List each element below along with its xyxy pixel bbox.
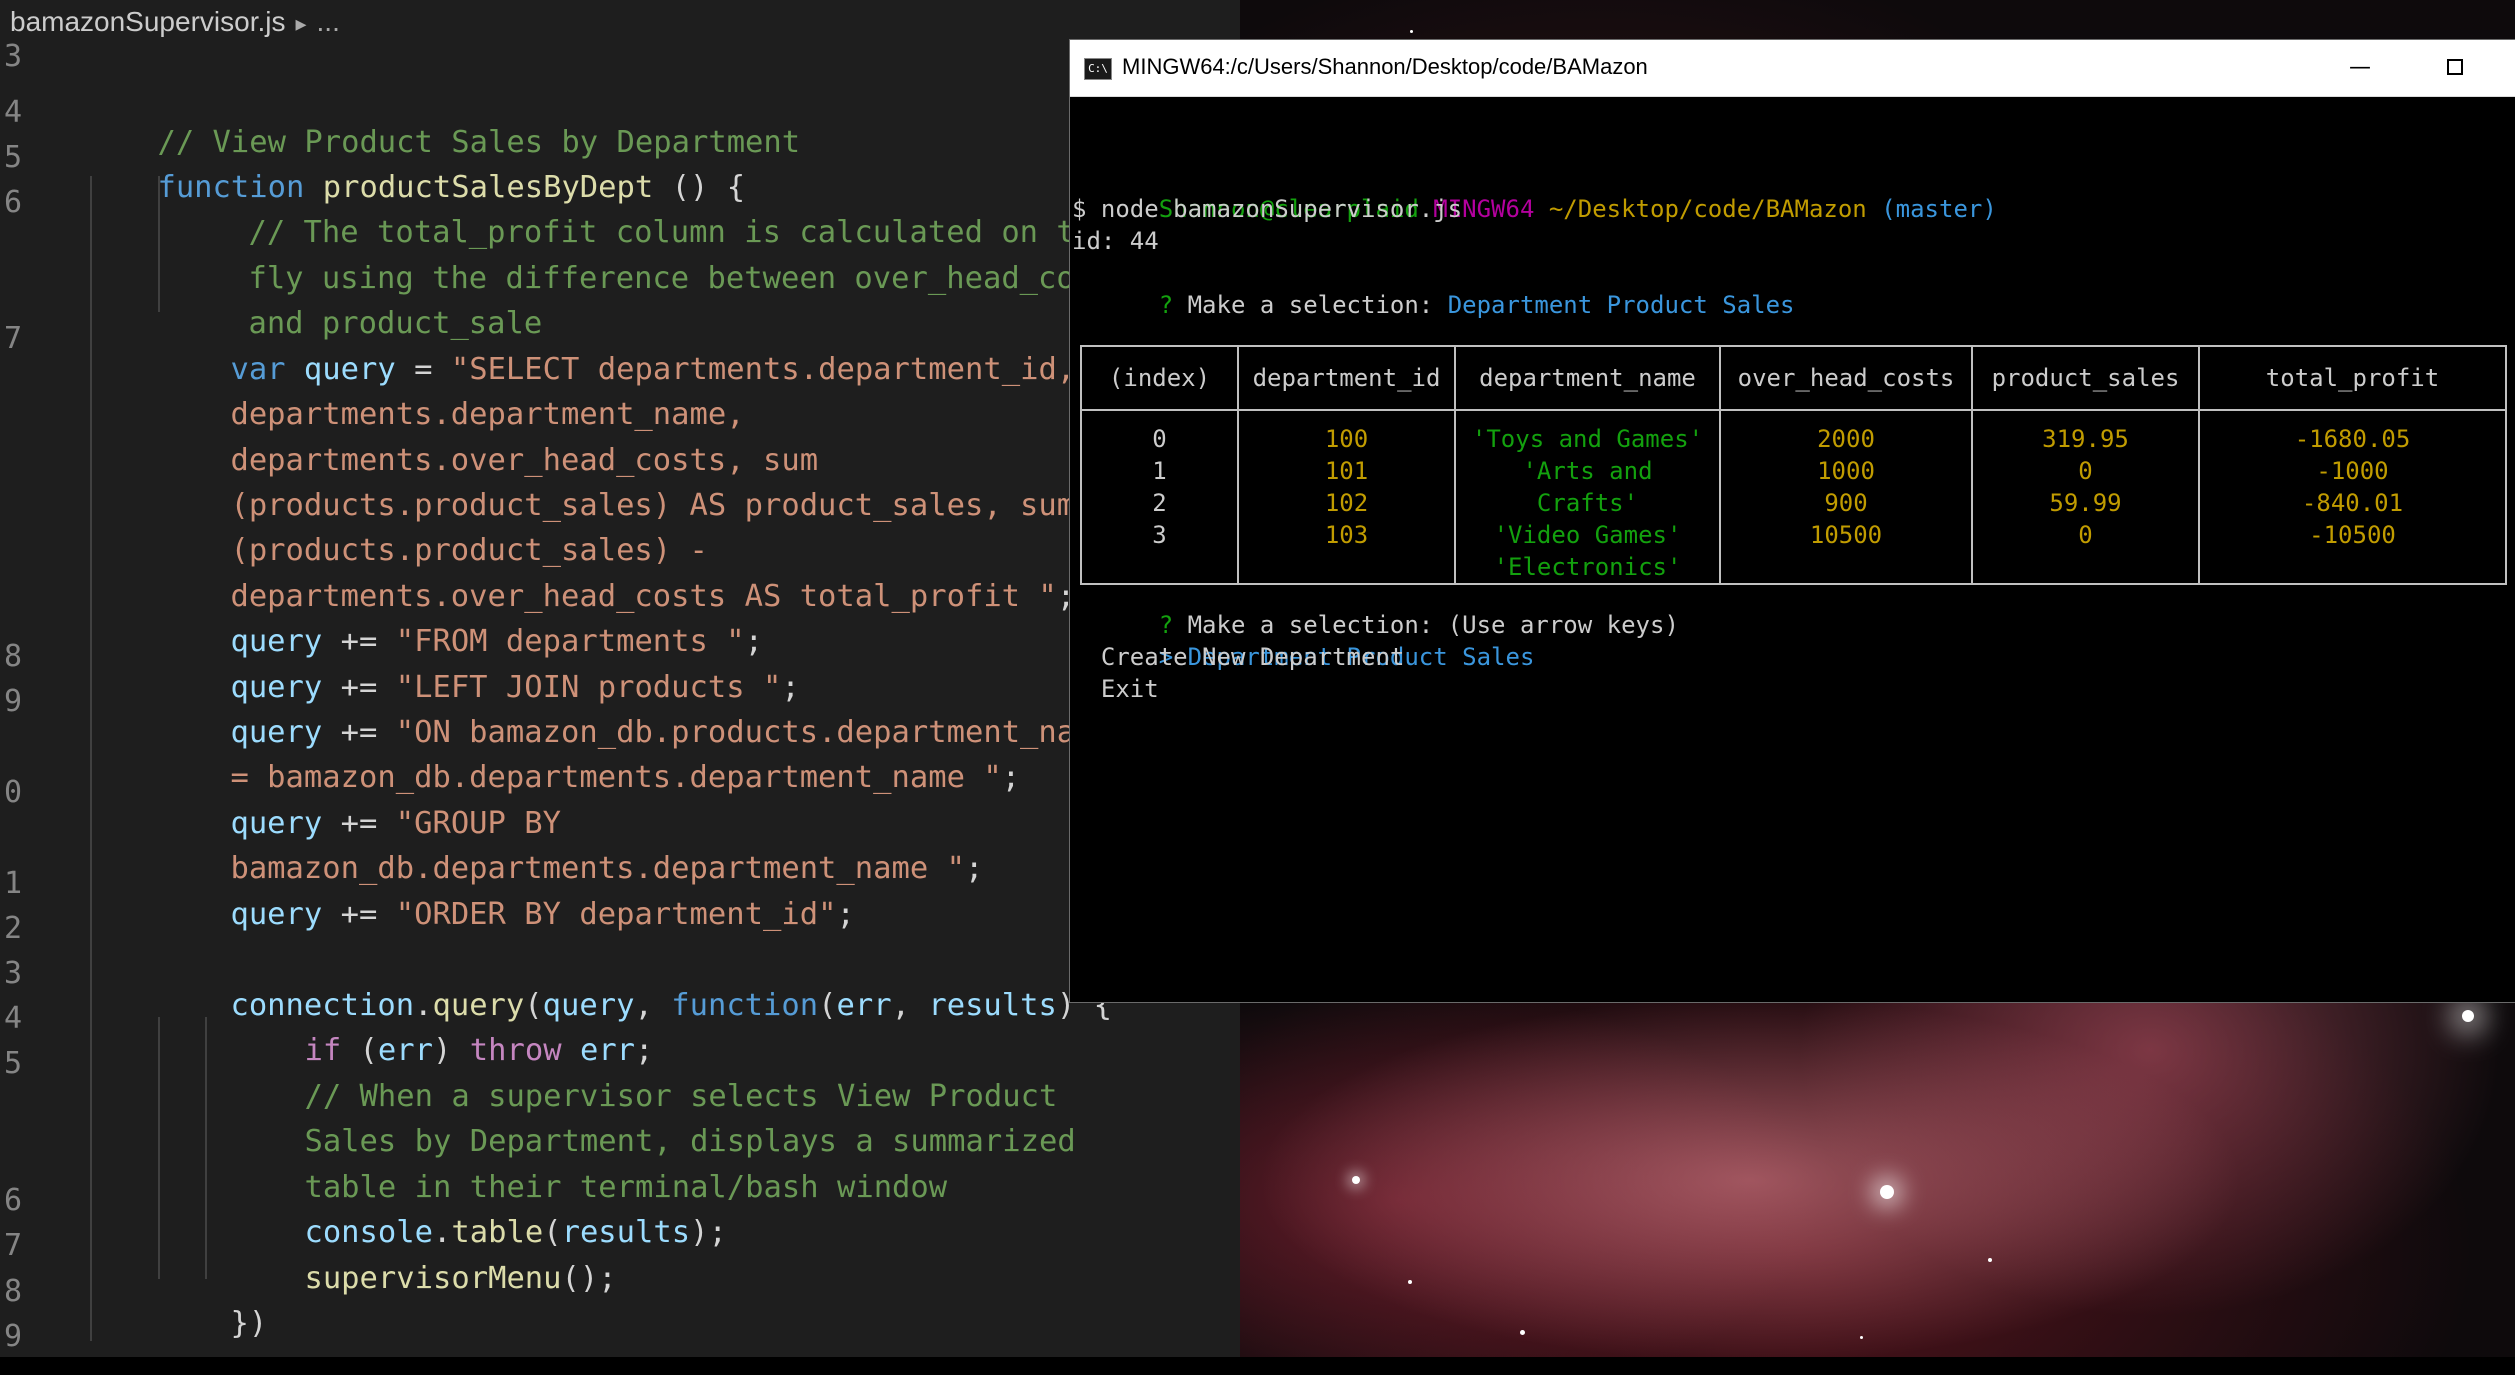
line-number: 3: [3, 956, 22, 991]
terminal-window[interactable]: C:\ MINGW64:/c/Users/Shannon/Desktop/cod…: [1070, 40, 2515, 1002]
table-cell: 319.95 0 59.99 0: [1971, 410, 2200, 584]
minimize-button[interactable]: —: [2340, 50, 2380, 86]
file-breadcrumb[interactable]: bamazonSupervisor.js ▸...: [10, 6, 340, 38]
code-punctuation: ;: [964, 851, 984, 886]
line-number: 6: [3, 1183, 22, 1218]
code-operator: +=: [322, 897, 396, 932]
code-punctuation: ;: [836, 897, 855, 932]
line-number-gutter: 3 4 5 6 7 8 9 0 1 2 3 4 5 6 7 8 9: [0, 40, 40, 1357]
star: [1410, 30, 1413, 33]
table-cell: 100 101 102 103: [1237, 410, 1456, 584]
code-punctuation: (: [818, 988, 837, 1023]
file-name[interactable]: bamazonSupervisor.js: [10, 6, 285, 37]
line-number: 2: [3, 911, 22, 946]
menu-item-label: Exit: [1100, 675, 1159, 703]
line-number: 1: [3, 866, 22, 901]
line-number: 6: [3, 185, 22, 220]
prompt-label: Make a selection:: [1187, 291, 1434, 319]
line-number: 8: [3, 1274, 22, 1309]
code-punctuation: ,: [891, 988, 929, 1023]
terminal-icon[interactable]: C:\: [1084, 58, 1112, 80]
breadcrumb-more[interactable]: ...: [317, 6, 340, 37]
line-number: 5: [3, 140, 22, 175]
code-punctuation: ;: [1001, 760, 1021, 795]
line-number: 8: [3, 639, 22, 674]
star: [1988, 1258, 1992, 1262]
line-number: 9: [3, 1319, 22, 1354]
chevron-right-icon: ▸: [295, 11, 307, 36]
code-variable: results: [928, 988, 1057, 1023]
code-keyword: function: [671, 988, 819, 1023]
indent-guide: [90, 176, 92, 1341]
maximize-icon: [2447, 59, 2463, 75]
star: [1520, 1330, 1525, 1335]
prompt-path: ~/Desktop/code/BAMazon: [1548, 195, 1867, 223]
star: [1408, 1280, 1412, 1284]
line-number: 0: [3, 775, 22, 810]
code-variable: err: [836, 988, 892, 1023]
menu-item[interactable]: Create New Department: [1072, 641, 1404, 673]
star: [1860, 1336, 1863, 1339]
question-mark: ?: [1158, 291, 1174, 319]
terminal-line: ? Make a selection: Department Product S…: [1072, 257, 1795, 353]
menu-item-label: Create New Department: [1100, 643, 1405, 671]
column-header: department_name: [1454, 345, 1721, 411]
terminal-line: id: 44: [1072, 227, 1159, 255]
code-function-name: supervisorMenu: [304, 1261, 562, 1296]
code-string: "ORDER BY department_id": [395, 897, 837, 932]
code-punctuation: );: [690, 1215, 727, 1250]
terminal-output[interactable]: Shannon@clearplaid MINGW64 ~/Desktop/cod…: [1070, 97, 2515, 1002]
maximize-button[interactable]: [2435, 50, 2475, 86]
prompt-branch: (master): [1881, 195, 1997, 223]
table-row: 0123 100 101 102 103 'Toys and Games' 'Arts …: [1080, 410, 2507, 584]
terminal-command: $ node bamazonSupervisor.js: [1072, 195, 1463, 223]
code-line[interactable]: query += "ORDER BY department_id";: [157, 864, 855, 966]
table-cell: 'Toys and Games' 'Arts and Crafts' 'Video …: [1454, 410, 1721, 584]
code-punctuation: ();: [561, 1261, 617, 1296]
table-cell: 2000 1000 900 10500: [1719, 410, 1973, 584]
results-table: (index) department_id department_name ov…: [1080, 345, 2507, 585]
star: [1352, 1176, 1360, 1184]
window-titlebar[interactable]: C:\ MINGW64:/c/Users/Shannon/Desktop/cod…: [1070, 40, 2515, 97]
line-number: 7: [3, 321, 22, 356]
line-number: 3: [3, 39, 22, 74]
code-line[interactable]: }): [157, 1273, 267, 1375]
prompt-answer: Department Product Sales: [1447, 291, 1795, 319]
column-header: department_id: [1237, 345, 1456, 411]
column-header: total_profit: [2198, 345, 2507, 411]
star: [2462, 1010, 2474, 1022]
column-header: product_sales: [1971, 345, 2200, 411]
column-header: over_head_costs: [1719, 345, 1973, 411]
code-variable: query: [230, 897, 323, 932]
line-number: 4: [3, 95, 22, 130]
code-punctuation: }): [230, 1306, 268, 1341]
line-number: 7: [3, 1228, 22, 1263]
star: [1880, 1185, 1894, 1199]
code-line[interactable]: supervisorMenu();: [231, 1228, 617, 1330]
menu-item[interactable]: Exit: [1072, 673, 1159, 705]
line-number: 4: [3, 1001, 22, 1036]
column-header: (index): [1080, 345, 1239, 411]
line-number: 5: [3, 1046, 22, 1081]
window-title: MINGW64:/c/Users/Shannon/Desktop/code/BA…: [1122, 54, 1648, 79]
breadcrumb: bamazonSupervisor.js ▸...: [0, 0, 1240, 44]
table-header-row: (index) department_id department_name ov…: [1080, 345, 2507, 411]
table-cell: 0123: [1080, 410, 1239, 584]
line-number: 9: [3, 684, 22, 719]
code-editor[interactable]: bamazonSupervisor.js ▸... 3 4 5 6 7 8 9 0…: [0, 0, 1240, 1357]
table-cell: -1680.05 -1000 -840.01 -10500: [2198, 410, 2507, 584]
